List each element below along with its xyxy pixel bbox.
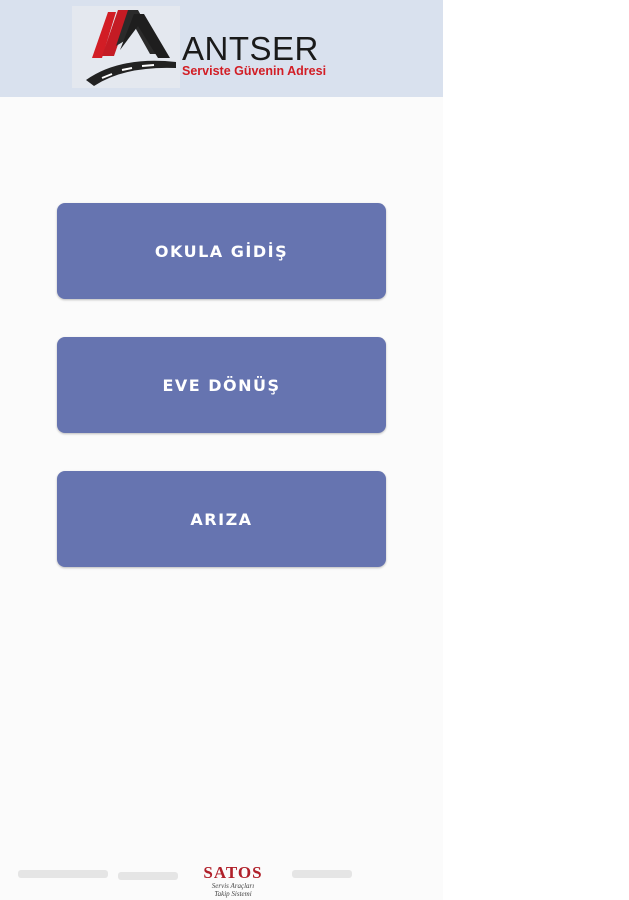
road-logo-icon xyxy=(72,6,180,88)
app-header: ANTSER Serviste Güvenin Adresi xyxy=(0,0,443,97)
home-trip-button[interactable]: EVE DÖNÜŞ xyxy=(57,337,386,433)
footer-logo-sub1: Servis Araçları xyxy=(211,882,255,890)
satos-logo: SATOS Servis Araçları Takip Sistemi xyxy=(183,863,283,899)
footer-blur-right xyxy=(292,870,352,878)
footer-logo-sub2: Takip Sistemi xyxy=(214,890,252,898)
brand-name: ANTSER xyxy=(182,30,319,67)
school-trip-button[interactable]: OKULA GİDİŞ xyxy=(57,203,386,299)
footer-logo-title: SATOS xyxy=(203,863,263,882)
fault-report-button[interactable]: ARIZA xyxy=(57,471,386,567)
app-screen: ANTSER Serviste Güvenin Adresi OKULA GİD… xyxy=(0,0,443,900)
brand-slogan: Serviste Güvenin Adresi xyxy=(182,64,327,78)
footer-blur-left xyxy=(18,870,108,878)
footer-blur-mid xyxy=(118,872,178,880)
